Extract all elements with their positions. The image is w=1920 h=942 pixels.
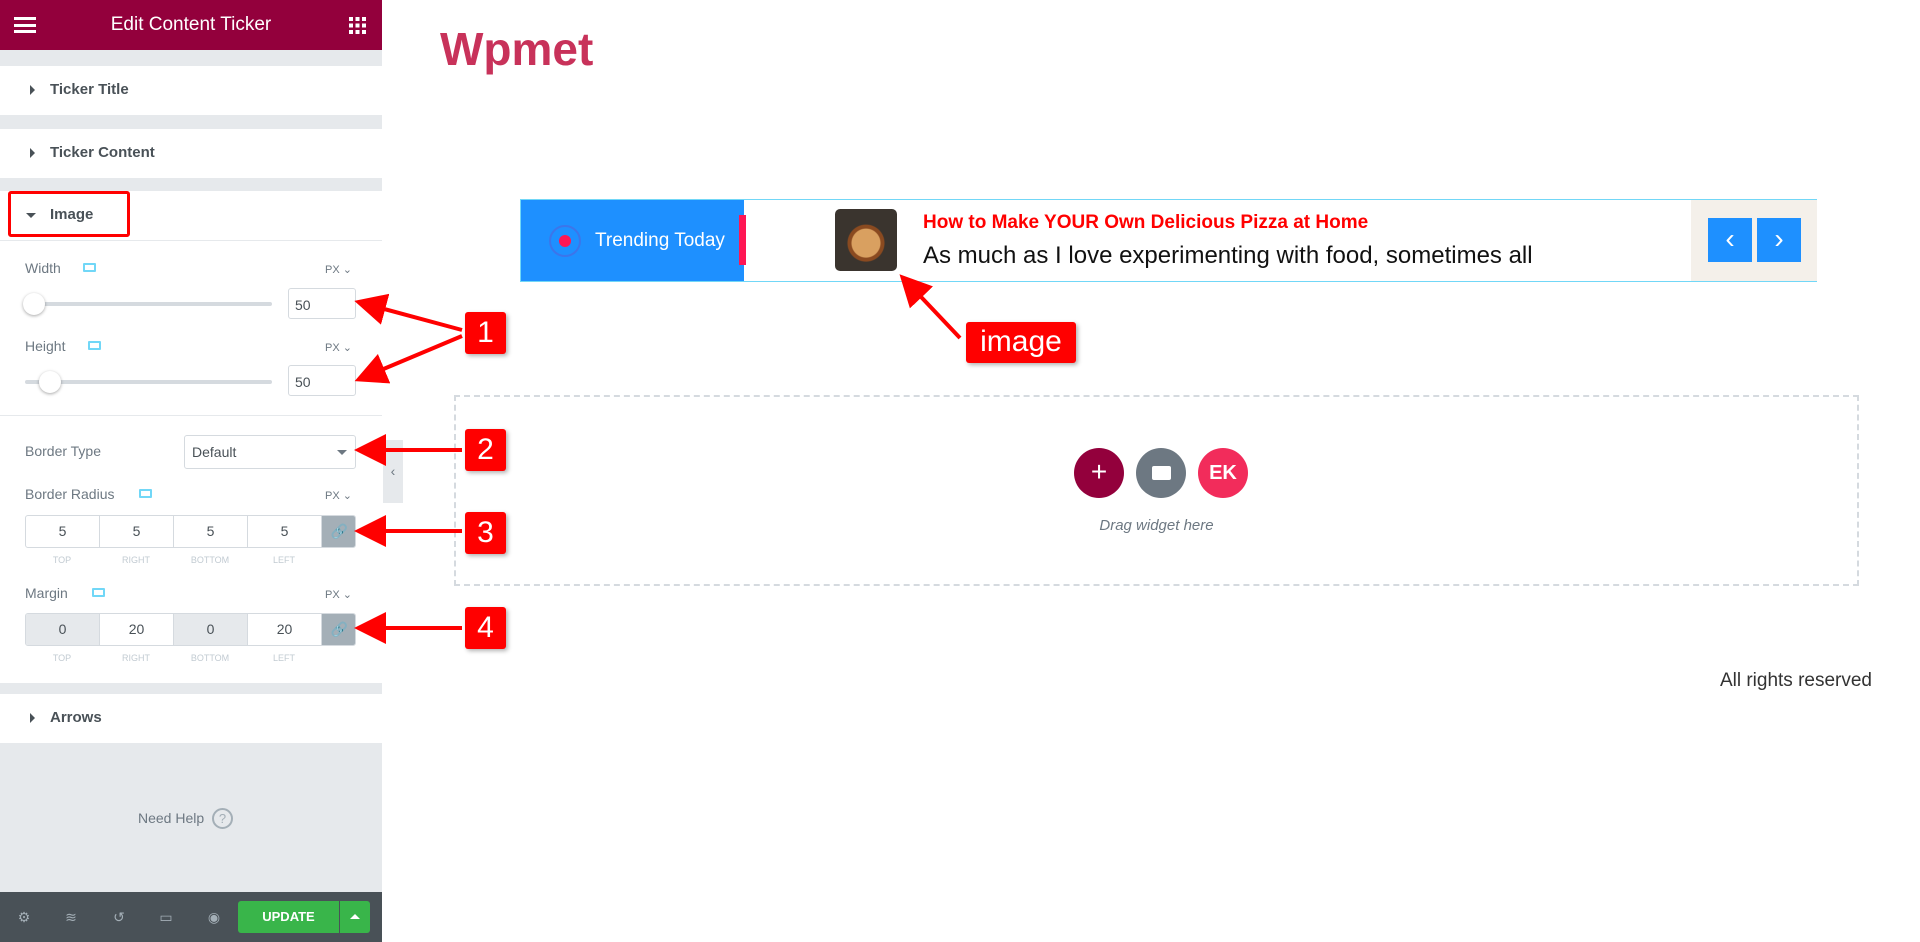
- annotation-1: 1: [465, 312, 506, 354]
- annotation-2: 2: [465, 429, 506, 471]
- annotation-4: 4: [465, 607, 506, 649]
- arrow-image: [899, 274, 962, 340]
- annotation-image: image: [966, 322, 1076, 363]
- annotation-3: 3: [465, 512, 506, 554]
- annotation-arrows: [354, 274, 962, 644]
- arrow-1a: [354, 293, 463, 332]
- arrow-1b: [354, 334, 463, 384]
